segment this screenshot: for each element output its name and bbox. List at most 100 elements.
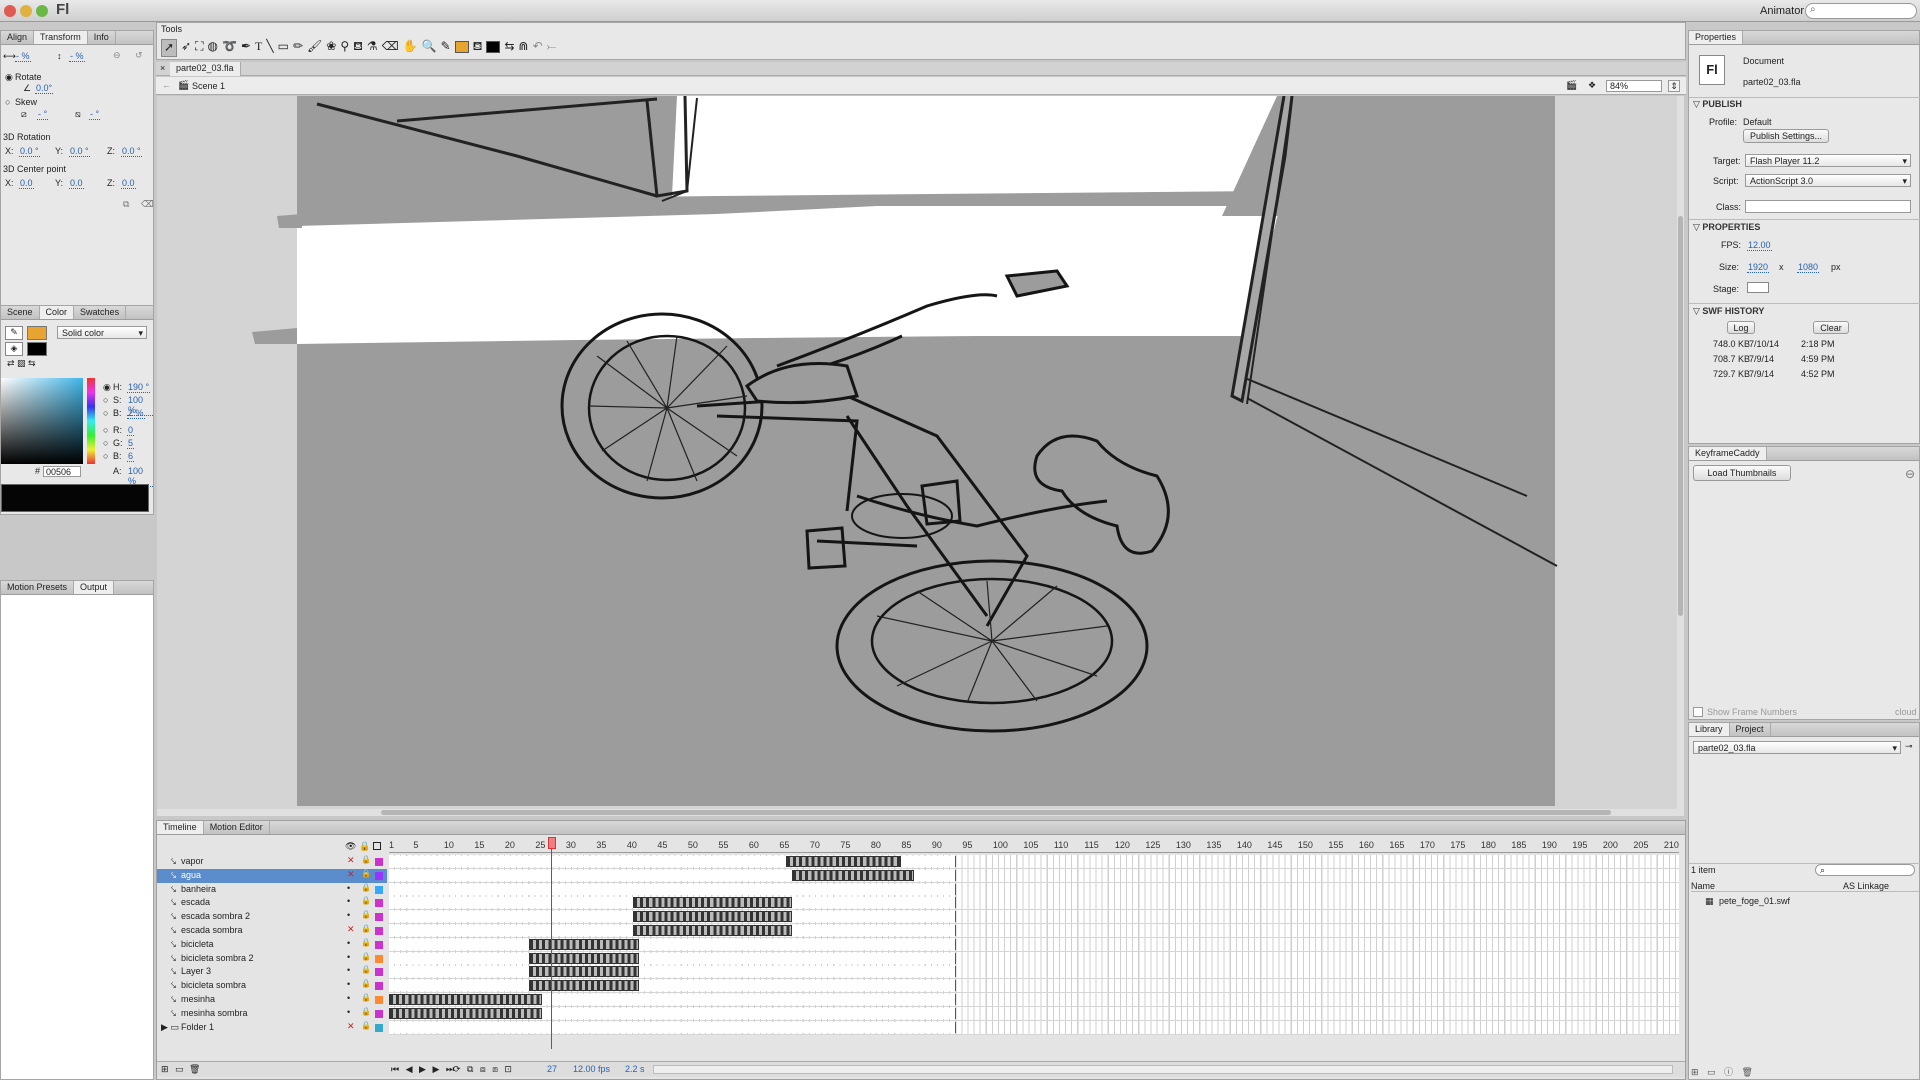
swap-colors-icon[interactable]: ⇆ (504, 39, 514, 57)
skew-h-field[interactable]: - ° (37, 109, 49, 120)
layer-visibility-toggle[interactable]: ✕ (347, 924, 355, 935)
document-tab[interactable]: parte02_03.fla (170, 62, 241, 76)
layer-visibility-toggle[interactable]: • (347, 952, 350, 962)
snap-magnet-icon[interactable]: ⋒ (519, 39, 529, 57)
brightness-field[interactable]: 2 % (127, 408, 145, 419)
tab-timeline[interactable]: Timeline (157, 821, 204, 834)
library-item[interactable]: pete_foge_01.swf (1719, 896, 1790, 906)
timeline-layer-row[interactable]: ⤥ bicicleta • 🔒 (157, 938, 387, 952)
fill-color-swatch[interactable] (27, 342, 47, 356)
scale-width-field[interactable]: - % (15, 51, 31, 62)
frame-span[interactable] (389, 883, 957, 895)
layer-visibility-toggle[interactable]: ✕ (347, 1021, 355, 1032)
timeline-layer-row[interactable]: ⤥ escada sombra 2 • 🔒 (157, 910, 387, 924)
layer-frames-row[interactable] (389, 993, 1679, 1007)
tab-align[interactable]: Align (1, 31, 35, 44)
layer-name[interactable]: vapor (181, 856, 204, 866)
layer-visibility-toggle[interactable]: • (347, 965, 350, 975)
layer-outline-color[interactable] (375, 899, 383, 908)
tab-keyframe-caddy[interactable]: KeyframeCaddy (1689, 447, 1767, 460)
constrain-link-icon[interactable]: ⊖ (113, 50, 121, 61)
fill-color-icon[interactable]: ◈ (5, 342, 23, 356)
publish-settings-button[interactable]: Publish Settings... (1743, 129, 1829, 143)
layer-lock-icon[interactable]: 🔒 (361, 952, 371, 961)
rotate-field[interactable]: 0.0° (35, 83, 54, 94)
keyframe-sequence[interactable] (529, 966, 640, 978)
stroke-color-tool-icon[interactable]: ✎ (441, 39, 451, 57)
layer-outline-color[interactable] (375, 1023, 383, 1032)
keyframe-sequence[interactable] (633, 897, 792, 909)
selection-tool-icon[interactable]: ➚ (161, 39, 178, 57)
layer-lock-icon[interactable]: 🔒 (361, 883, 371, 892)
cp-x-field[interactable]: 0.0 (19, 178, 34, 189)
playback-controls[interactable]: ⏮ ◀ ▶ ▶ ⏭ (391, 1064, 456, 1075)
text-tool-icon[interactable]: T (255, 39, 262, 57)
frame-span[interactable] (389, 966, 957, 978)
layer-frames-row[interactable] (389, 1020, 1679, 1035)
rot-y-field[interactable]: 0.0 ° (69, 146, 90, 157)
layer-visibility-toggle[interactable]: ✕ (347, 855, 355, 866)
back-arrow-icon[interactable]: ← (162, 80, 171, 90)
decoration-tool-icon[interactable]: ❀ (326, 39, 336, 57)
layer-frames-row[interactable] (389, 896, 1679, 911)
layer-name[interactable]: Folder 1 (181, 1022, 214, 1032)
help-search-input[interactable]: ⌕ (1805, 3, 1917, 19)
layer-outline-color[interactable] (375, 913, 383, 922)
show-frame-numbers-checkbox[interactable] (1693, 707, 1703, 717)
layer-name[interactable]: agua (181, 870, 201, 880)
layer-frames-row[interactable] (389, 910, 1679, 925)
brush-tool-icon[interactable]: 🖌 (307, 39, 322, 57)
layer-name[interactable]: escada sombra 2 (181, 911, 250, 921)
library-search-input[interactable]: ⌕ (1815, 864, 1915, 876)
paint-bucket-tool-icon[interactable]: ⛾ (353, 39, 363, 57)
library-footer-icons[interactable]: ⊞ ▭ ⓘ 🗑 (1691, 1065, 1756, 1078)
layer-visibility-toggle[interactable]: • (347, 910, 350, 920)
skew-v-field[interactable]: - ° (89, 109, 101, 120)
3d-rotation-tool-icon[interactable]: ◍ (208, 39, 218, 57)
layer-frames-row[interactable] (389, 937, 1679, 952)
keyframe-sequence[interactable] (389, 994, 542, 1005)
timeline-layer-row[interactable]: ⤥ mesinha • 🔒 (157, 993, 387, 1007)
layer-name[interactable]: bicicleta sombra 2 (181, 953, 254, 963)
hue-slider[interactable] (87, 378, 95, 464)
publish-section-toggle[interactable]: ▽ PUBLISH (1693, 99, 1742, 110)
new-layer-icon[interactable]: ⊞ (161, 1064, 169, 1075)
layer-frames-row[interactable] (389, 855, 1679, 869)
layer-outline-color[interactable] (375, 858, 383, 866)
layer-outline-color[interactable] (375, 885, 383, 894)
tab-output[interactable]: Output (74, 581, 115, 594)
timeline-layer-row[interactable]: ⤥ escada sombra ✕ 🔒 (157, 924, 387, 938)
timeline-layer-row[interactable]: ⤥ Layer 3 • 🔒 (157, 965, 387, 979)
layer-visibility-toggle[interactable]: • (347, 896, 350, 906)
red-field[interactable]: 0 (127, 425, 135, 436)
keyframe-sequence[interactable] (529, 952, 640, 964)
target-dropdown[interactable]: Flash Player 11.2 (1745, 154, 1911, 167)
zoom-field[interactable]: 84% (1606, 80, 1662, 92)
layer-outline-color[interactable] (375, 1009, 383, 1018)
stroke-color-icon[interactable]: ✎ (5, 326, 23, 340)
timeline-layer-row[interactable]: ⤥ agua ✕ 🔒 (157, 868, 387, 883)
hue-field[interactable]: 190 ° (127, 382, 151, 393)
layer-lock-icon[interactable]: 🔒 (361, 979, 371, 988)
tab-color[interactable]: Color (39, 306, 75, 319)
layer-lock-icon[interactable]: 🔒 (361, 965, 371, 974)
zoom-window-button[interactable] (36, 5, 48, 17)
reset-scale-icon[interactable]: ↺ (135, 50, 143, 61)
keyframe-sequence[interactable] (785, 856, 902, 867)
layer-visibility-toggle[interactable]: • (347, 938, 350, 948)
layer-lock-icon[interactable]: 🔒 (361, 993, 371, 1002)
layer-outline-color[interactable] (375, 982, 383, 991)
layer-lock-icon[interactable]: 🔒 (361, 855, 371, 864)
layer-lock-icon[interactable]: 🔒 (361, 896, 371, 905)
timeline-layer-row[interactable]: ▶ ▭ Folder 1 ✕ 🔒 (157, 1021, 387, 1035)
layer-name[interactable]: bicicleta (181, 939, 214, 949)
playhead-handle[interactable] (548, 837, 556, 849)
layer-lock-icon[interactable]: 🔒 (361, 924, 371, 933)
rot-z-field[interactable]: 0.0 ° (121, 146, 142, 157)
free-transform-tool-icon[interactable]: ⛶ (195, 39, 203, 57)
layer-outline-color[interactable] (375, 954, 383, 963)
show-hide-all-icon[interactable]: 👁 (345, 841, 356, 852)
layer-name[interactable]: bicicleta sombra (181, 980, 246, 990)
lock-all-icon[interactable]: 🔒 (359, 841, 370, 852)
fill-bucket-icon[interactable]: ⛾ (473, 39, 483, 57)
